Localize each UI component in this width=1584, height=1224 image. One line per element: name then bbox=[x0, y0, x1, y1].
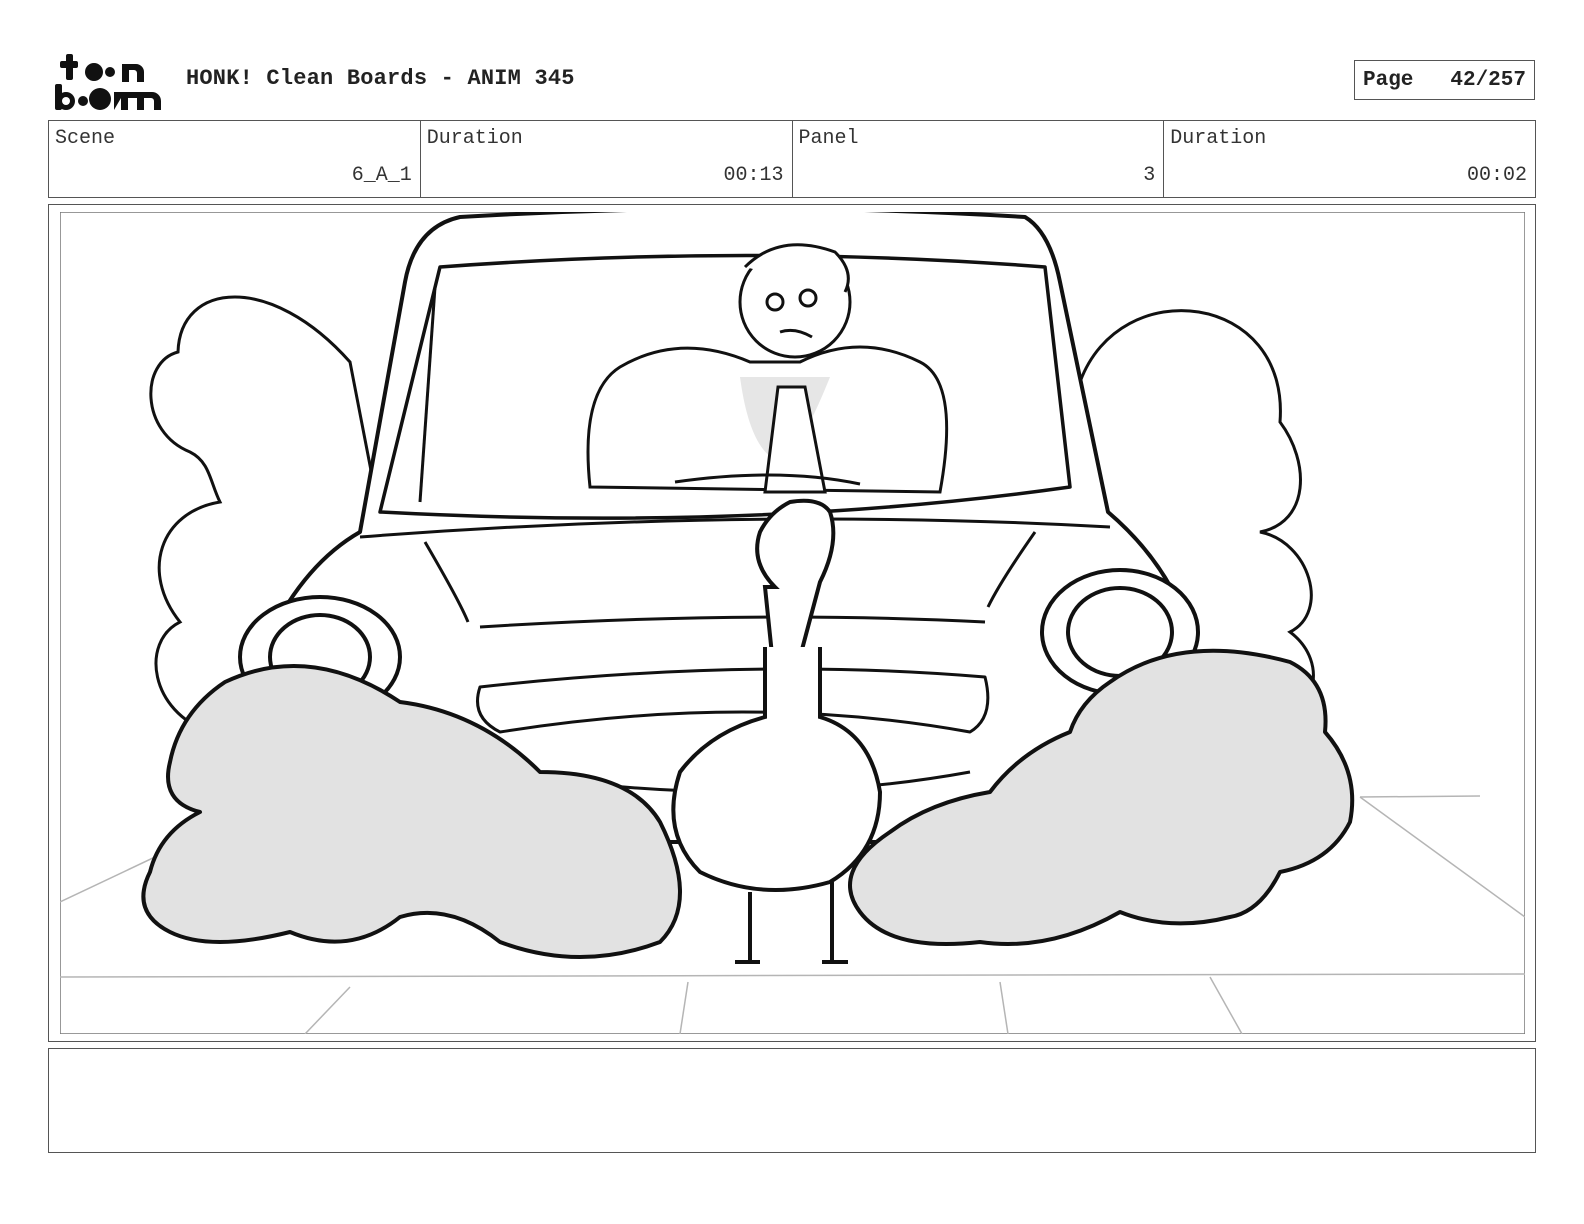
page-number: 42/257 bbox=[1450, 68, 1526, 92]
scene-duration-cell: Duration 00:13 bbox=[421, 121, 793, 197]
panel-value: 3 bbox=[1143, 164, 1156, 187]
storyboard-panel-image bbox=[60, 212, 1525, 1034]
scene-duration-value: 00:13 bbox=[723, 164, 784, 187]
board-title: HONK! Clean Boards - ANIM 345 bbox=[186, 66, 575, 91]
panel-duration-label: Duration bbox=[1170, 127, 1267, 150]
scene-cell: Scene 6_A_1 bbox=[49, 121, 421, 197]
panel-label: Panel bbox=[798, 127, 859, 150]
scene-label: Scene bbox=[55, 127, 116, 150]
toon-boom-logo bbox=[55, 54, 161, 110]
scene-value: 6_A_1 bbox=[351, 164, 412, 187]
panel-duration-cell: Duration 00:02 bbox=[1164, 121, 1535, 197]
page-indicator: Page 42/257 bbox=[1354, 60, 1535, 100]
panel-notes-box bbox=[48, 1048, 1536, 1153]
panel-info-row: Scene 6_A_1 Duration 00:13 Panel 3 Durat… bbox=[48, 120, 1536, 198]
scene-duration-label: Duration bbox=[426, 127, 523, 150]
page-label: Page bbox=[1363, 68, 1414, 92]
panel-cell: Panel 3 bbox=[793, 121, 1165, 197]
panel-duration-value: 00:02 bbox=[1466, 164, 1527, 187]
